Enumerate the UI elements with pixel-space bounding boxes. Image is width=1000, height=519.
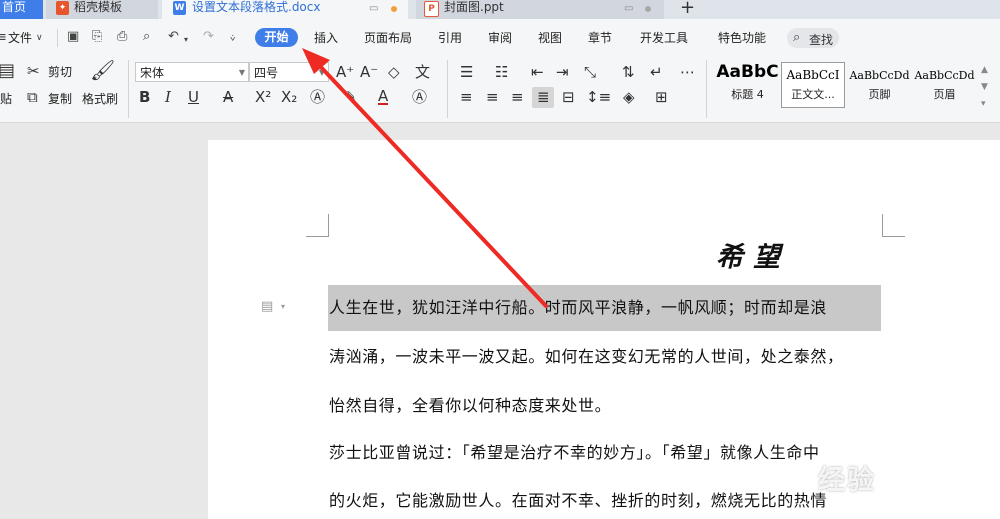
watermark: 经验 (818, 465, 876, 496)
arrow-shaft (316, 62, 548, 308)
annotation-arrow (302, 48, 548, 308)
